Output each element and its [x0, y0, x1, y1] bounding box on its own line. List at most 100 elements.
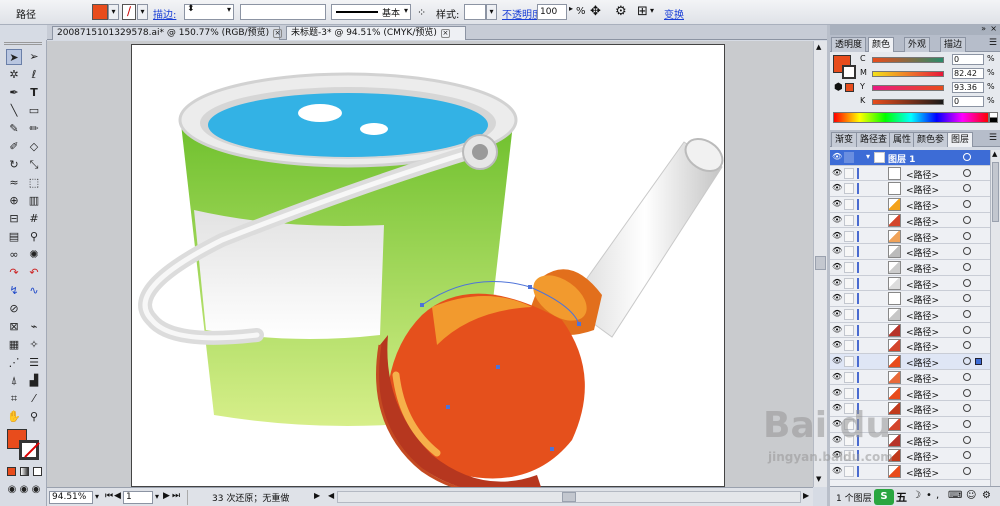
panel-menu-icon[interactable]: ☰: [989, 38, 997, 48]
path-name[interactable]: <路径>: [906, 435, 939, 448]
canvas-area[interactable]: [47, 41, 813, 496]
lock-toggle[interactable]: [844, 324, 854, 336]
symbol-sprayer-tool-icon[interactable]: ✺: [26, 247, 42, 263]
target-icon[interactable]: [963, 247, 971, 256]
magenta-slider[interactable]: M 82.42 %: [860, 68, 998, 80]
direct-selection-tool-icon[interactable]: ➢: [26, 49, 42, 65]
visibility-eye-icon[interactable]: 👁: [832, 153, 842, 161]
path-name[interactable]: <路径>: [906, 168, 939, 181]
sublayer-row[interactable]: 👁 <路径>: [830, 464, 990, 480]
black-slider[interactable]: K 0 %: [860, 96, 998, 108]
visibility-eye-icon[interactable]: 👁: [832, 341, 842, 349]
warp-tool-icon[interactable]: ≈: [6, 175, 22, 191]
lock-toggle[interactable]: [844, 214, 854, 226]
knife-tool-icon[interactable]: ⊘: [6, 301, 22, 317]
sublayer-row[interactable]: 👁 <路径>: [830, 197, 990, 213]
eraser-tool-icon[interactable]: ◇: [26, 139, 42, 155]
path-name[interactable]: <路径>: [906, 325, 939, 338]
tab-appearance[interactable]: 外观: [904, 37, 931, 52]
lock-toggle[interactable]: [844, 387, 854, 399]
layer-row[interactable]: 👁 ▾ 图层 1: [830, 150, 990, 166]
close-icon[interactable]: ×: [273, 29, 283, 38]
rectangle-tool-icon[interactable]: ▭: [26, 103, 42, 119]
path-name[interactable]: <路径>: [906, 466, 939, 479]
layer-name[interactable]: 图层 1: [888, 152, 915, 165]
lock-toggle[interactable]: [844, 167, 854, 179]
target-icon[interactable]: [963, 467, 971, 475]
lock-toggle[interactable]: [844, 261, 854, 273]
shape-builder-tool-icon[interactable]: ⊕: [6, 193, 22, 209]
scroll-left-icon[interactable]: ◀: [328, 491, 334, 500]
lock-toggle[interactable]: [844, 183, 854, 195]
target-icon[interactable]: [963, 231, 971, 240]
bar-chart-tool-icon[interactable]: ☰: [26, 355, 42, 371]
collapse-icon[interactable]: »: [981, 24, 986, 33]
path-name[interactable]: <路径>: [906, 215, 939, 228]
selection-tool-icon[interactable]: ➤: [6, 49, 22, 65]
toolbox-grip[interactable]: [4, 42, 42, 45]
target-icon[interactable]: [963, 341, 971, 350]
selection-indicator[interactable]: [975, 358, 982, 366]
visibility-eye-icon[interactable]: 👁: [832, 200, 842, 208]
magenta-input[interactable]: 82.42: [952, 68, 984, 79]
tab-color[interactable]: 颜色: [868, 37, 895, 52]
transform-link[interactable]: 变换: [664, 6, 684, 21]
lasso-tool-icon[interactable]: ℓ: [26, 67, 42, 83]
pen-tool-icon[interactable]: ✒: [6, 85, 22, 101]
visibility-eye-icon[interactable]: 👁: [832, 325, 842, 334]
tab-document-2[interactable]: 未标题-3* @ 94.51% (CMYK/预览) ×: [286, 26, 466, 40]
none-mode-icon[interactable]: [33, 467, 42, 476]
scroll-down-icon[interactable]: ▼: [816, 475, 821, 483]
lock-toggle[interactable]: [844, 356, 854, 368]
target-icon[interactable]: [963, 153, 971, 161]
anchor-tool-icon[interactable]: ↯: [6, 283, 22, 299]
sublayer-row[interactable]: 👁 <路径>: [830, 259, 990, 276]
cyan-input[interactable]: 0: [952, 54, 984, 65]
artboard-tool-icon[interactable]: ⊠: [6, 319, 22, 335]
path-name[interactable]: <路径>: [906, 183, 939, 196]
fill-swatch[interactable]: [92, 4, 108, 20]
slider-track[interactable]: [872, 57, 944, 63]
path-name[interactable]: <路径>: [906, 278, 939, 291]
stroke-style-select[interactable]: 基本 ▾: [331, 4, 411, 20]
stroke-swatch[interactable]: ∕: [122, 4, 136, 20]
layers-scrollbar[interactable]: ▲: [990, 150, 1000, 490]
zoom-dropdown-icon[interactable]: ▾: [95, 492, 99, 501]
color-spectrum[interactable]: [833, 112, 989, 123]
next-artboard-icon[interactable]: ▶: [163, 491, 170, 501]
status-info[interactable]: 33 次还原；无重做 ▶: [187, 490, 325, 505]
align-dropdown-icon[interactable]: ▾: [650, 6, 654, 15]
slider-track[interactable]: [872, 99, 944, 105]
target-icon[interactable]: [963, 325, 971, 334]
path-name[interactable]: <路径>: [906, 419, 939, 432]
stroke-color-swatch[interactable]: [19, 440, 40, 460]
spray-tool-icon[interactable]: ⍋: [6, 373, 22, 389]
visibility-eye-icon[interactable]: 👁: [832, 184, 842, 192]
visibility-eye-icon[interactable]: 👁: [832, 357, 842, 365]
artboard[interactable]: [131, 44, 725, 496]
sublayer-row[interactable]: 👁 <路径>: [830, 307, 990, 323]
gradient-mode-icon[interactable]: [20, 467, 29, 476]
ime-icon[interactable]: S: [874, 489, 894, 505]
sublayer-row[interactable]: 👁 <路径>: [830, 275, 990, 292]
target-icon[interactable]: [963, 215, 971, 224]
free-transform-tool-icon[interactable]: ⬚: [26, 175, 42, 191]
path-name[interactable]: <路径>: [906, 293, 939, 306]
visibility-eye-icon[interactable]: 👁: [832, 278, 842, 287]
cube-icon[interactable]: ⬢: [834, 82, 843, 93]
rotate-tool-icon[interactable]: ↻: [6, 157, 22, 173]
lock-toggle[interactable]: [844, 199, 854, 211]
tab-attributes[interactable]: 属性: [889, 132, 916, 147]
yellow-input[interactable]: 93.36: [952, 82, 984, 93]
pencil-tool-icon[interactable]: ✏: [26, 121, 42, 137]
visibility-eye-icon[interactable]: 👁: [832, 215, 842, 224]
slider-track[interactable]: [872, 85, 944, 91]
h-scroll-thumb[interactable]: [562, 492, 576, 502]
zoom-tool-icon[interactable]: ⚲: [26, 409, 42, 425]
slice-tool-icon[interactable]: ⌁: [26, 319, 42, 335]
opacity-input[interactable]: 100: [537, 4, 567, 20]
expand-icon[interactable]: ▾: [866, 152, 870, 161]
eyedropper-tool-icon[interactable]: ⚲: [26, 229, 42, 245]
keyboard-icon[interactable]: ⌨: [948, 490, 962, 501]
path-name[interactable]: <路径>: [906, 340, 939, 353]
